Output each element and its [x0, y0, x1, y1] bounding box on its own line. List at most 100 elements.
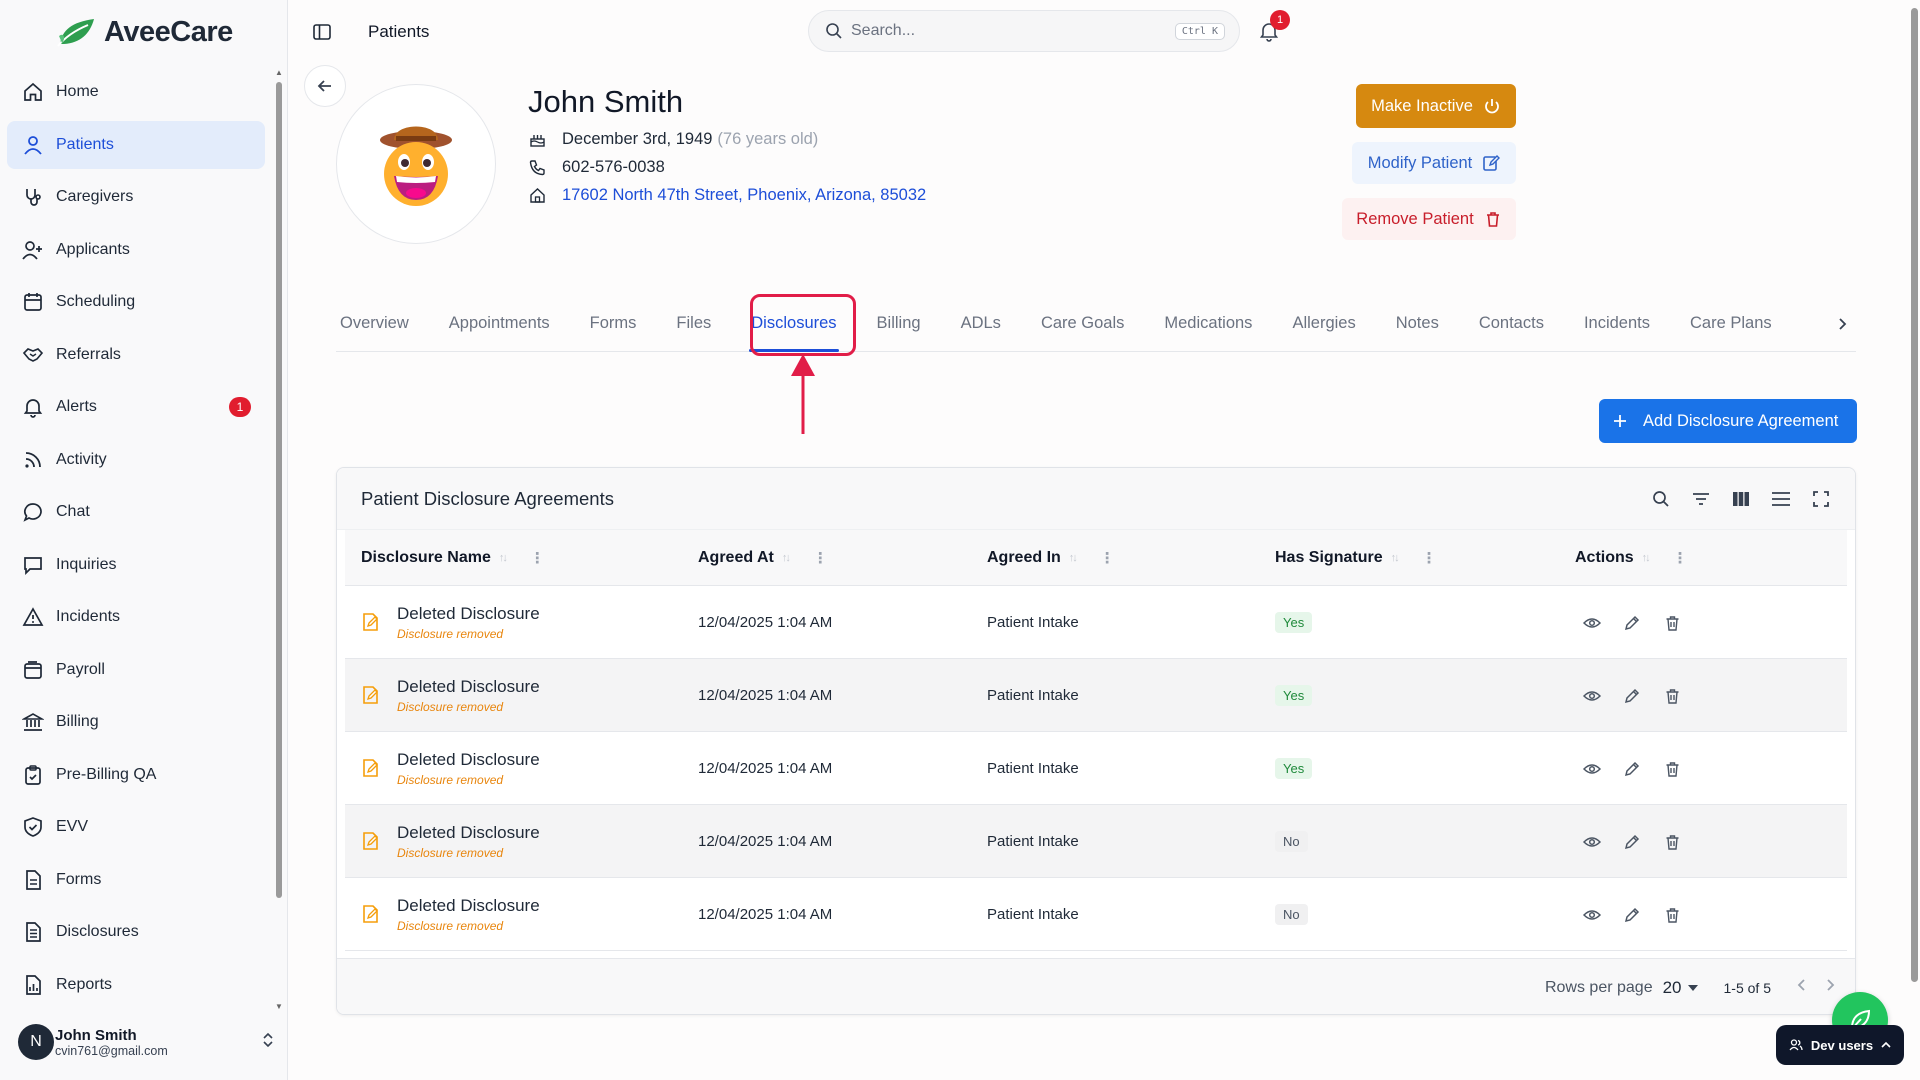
column-menu-icon[interactable]: ⋮: [1422, 549, 1437, 567]
view-eye-icon[interactable]: [1583, 760, 1601, 778]
delete-trash-icon[interactable]: [1663, 906, 1681, 924]
sidebar-item-inquiries[interactable]: Inquiries: [7, 541, 265, 589]
tab-contacts[interactable]: Contacts: [1459, 296, 1564, 352]
sort-icon[interactable]: ↑↓: [1069, 552, 1078, 564]
column-menu-icon[interactable]: ⋮: [1673, 549, 1688, 567]
fullscreen-icon[interactable]: [1811, 489, 1831, 509]
edit-pencil-icon[interactable]: [1623, 906, 1641, 924]
view-eye-icon[interactable]: [1583, 906, 1601, 924]
table-row: Deleted Disclosure Disclosure removed 12/0…: [345, 586, 1847, 659]
view-eye-icon[interactable]: [1583, 833, 1601, 851]
search-input[interactable]: [851, 22, 1175, 40]
sidebar-item-forms[interactable]: Forms: [7, 856, 265, 904]
columns-icon[interactable]: [1731, 489, 1751, 509]
cake-icon: [528, 131, 546, 149]
filter-icon[interactable]: [1691, 489, 1711, 509]
delete-trash-icon[interactable]: [1663, 760, 1681, 778]
sidebar-item-billing[interactable]: Billing: [7, 698, 265, 746]
previous-page-icon[interactable]: [1797, 978, 1807, 997]
column-header-actions[interactable]: Actions ↑↓ ⋮: [1575, 549, 1688, 567]
address-link[interactable]: 17602 North 47th Street, Phoenix, Arizon…: [562, 186, 926, 205]
search-bar[interactable]: Ctrl K: [808, 10, 1240, 52]
add-disclosure-agreement-button[interactable]: Add Disclosure Agreement: [1599, 399, 1857, 443]
tab-appointments[interactable]: Appointments: [429, 296, 570, 352]
column-menu-icon[interactable]: ⋮: [813, 549, 828, 567]
sidebar-item-referrals[interactable]: Referrals: [7, 331, 265, 379]
sidebar-item-home[interactable]: Home: [7, 68, 265, 116]
sidebar-scroll-thumb[interactable]: [276, 82, 282, 898]
sidebar-item-label: Payroll: [56, 660, 105, 678]
sidebar-item-evv[interactable]: EVV: [7, 803, 265, 851]
view-eye-icon[interactable]: [1583, 687, 1601, 705]
column-header-agreed-at[interactable]: Agreed At ↑↓ ⋮: [698, 549, 828, 567]
sidebar-item-incidents[interactable]: Incidents: [7, 593, 265, 641]
tab-files[interactable]: Files: [656, 296, 731, 352]
tab-forms[interactable]: Forms: [570, 296, 657, 352]
sidebar-item-reports[interactable]: Reports: [7, 961, 265, 1009]
rows-per-page-select[interactable]: 20: [1663, 978, 1698, 998]
sidebar-item-label: Home: [56, 83, 99, 100]
delete-trash-icon[interactable]: [1663, 687, 1681, 705]
search-icon[interactable]: [1651, 489, 1671, 509]
page-scrollbar[interactable]: [1908, 0, 1920, 1080]
tab-allergies[interactable]: Allergies: [1272, 296, 1375, 352]
next-page-icon[interactable]: [1825, 978, 1835, 997]
tab-medications[interactable]: Medications: [1144, 296, 1272, 352]
delete-trash-icon[interactable]: [1663, 614, 1681, 632]
sidebar-item-disclosures[interactable]: Disclosures: [7, 908, 265, 956]
brand-logo[interactable]: AveeCare: [56, 14, 233, 50]
remove-patient-button[interactable]: Remove Patient: [1342, 198, 1516, 240]
column-menu-icon[interactable]: ⋮: [530, 549, 545, 567]
sidebar-item-caregivers[interactable]: Caregivers: [7, 173, 265, 221]
rows-per-page-label: Rows per page: [1544, 978, 1653, 996]
edit-pencil-icon[interactable]: [1623, 760, 1641, 778]
sidebar-item-alerts[interactable]: Alerts 1: [7, 383, 265, 431]
pagination-range: 1-5 of 5: [1723, 979, 1771, 996]
disclosure-name: Deleted Disclosure Disclosure removed: [397, 805, 540, 878]
sort-icon[interactable]: ↑↓: [1391, 552, 1400, 564]
column-menu-icon[interactable]: ⋮: [1100, 549, 1115, 567]
modify-patient-button[interactable]: Modify Patient: [1352, 142, 1516, 184]
edit-pencil-icon[interactable]: [1623, 687, 1641, 705]
sidebar-item-pre-billing-qa[interactable]: Pre-Billing QA: [7, 751, 265, 799]
column-header-agreed-in[interactable]: Agreed In ↑↓ ⋮: [987, 549, 1115, 567]
edit-pencil-icon[interactable]: [1623, 833, 1641, 851]
sort-icon[interactable]: ↑↓: [499, 552, 508, 564]
edit-pencil-icon[interactable]: [1623, 614, 1641, 632]
view-eye-icon[interactable]: [1583, 614, 1601, 632]
back-button[interactable]: [304, 65, 346, 107]
tab-overview[interactable]: Overview: [336, 296, 429, 352]
tab-adls[interactable]: ADLs: [941, 296, 1021, 352]
tab-care-plans[interactable]: Care Plans: [1670, 296, 1792, 352]
make-inactive-button[interactable]: Make Inactive: [1356, 84, 1516, 128]
sidebar-item-scheduling[interactable]: Scheduling: [7, 278, 265, 326]
page-scroll-thumb[interactable]: [1911, 8, 1918, 982]
chevrons-up-down-icon[interactable]: [262, 1032, 274, 1051]
sidebar-item-chat[interactable]: Chat: [7, 488, 265, 536]
user-menu[interactable]: N John Smith cvin761@gmail.com: [18, 1024, 274, 1060]
sort-icon[interactable]: ↑↓: [1642, 552, 1651, 564]
user-name: John Smith: [55, 1026, 137, 1044]
tab-notes[interactable]: Notes: [1376, 296, 1459, 352]
sidebar-item-applicants[interactable]: Applicants: [7, 226, 265, 274]
sidebar-scrollbar[interactable]: ▲ ▼: [274, 68, 284, 1014]
agreed-in: Patient Intake: [987, 687, 1079, 704]
tab-incidents[interactable]: Incidents: [1564, 296, 1670, 352]
sidebar-item-label: Incidents: [56, 608, 121, 625]
sidebar-item-activity[interactable]: Activity: [7, 436, 265, 484]
dev-users-button[interactable]: Dev users: [1776, 1025, 1904, 1065]
tab-care-goals[interactable]: Care Goals: [1021, 296, 1144, 352]
delete-trash-icon[interactable]: [1663, 833, 1681, 851]
sort-icon[interactable]: ↑↓: [782, 552, 791, 564]
sidebar-item-patients[interactable]: Patients: [7, 120, 265, 169]
column-header-has-signature[interactable]: Has Signature ↑↓ ⋮: [1275, 549, 1437, 567]
scroll-up-icon[interactable]: ▲: [274, 68, 284, 77]
chevron-right-icon[interactable]: [1830, 306, 1854, 342]
tab-billing[interactable]: Billing: [857, 296, 941, 352]
column-header-disclosure-name[interactable]: Disclosure Name ↑↓ ⋮: [361, 549, 545, 567]
sidebar-item-label: Pre-Billing QA: [56, 765, 157, 783]
sidebar-toggle-icon[interactable]: [312, 22, 332, 42]
density-icon[interactable]: [1771, 489, 1791, 509]
scroll-down-icon[interactable]: ▼: [274, 1002, 284, 1011]
sidebar-item-payroll[interactable]: Payroll: [7, 646, 265, 694]
